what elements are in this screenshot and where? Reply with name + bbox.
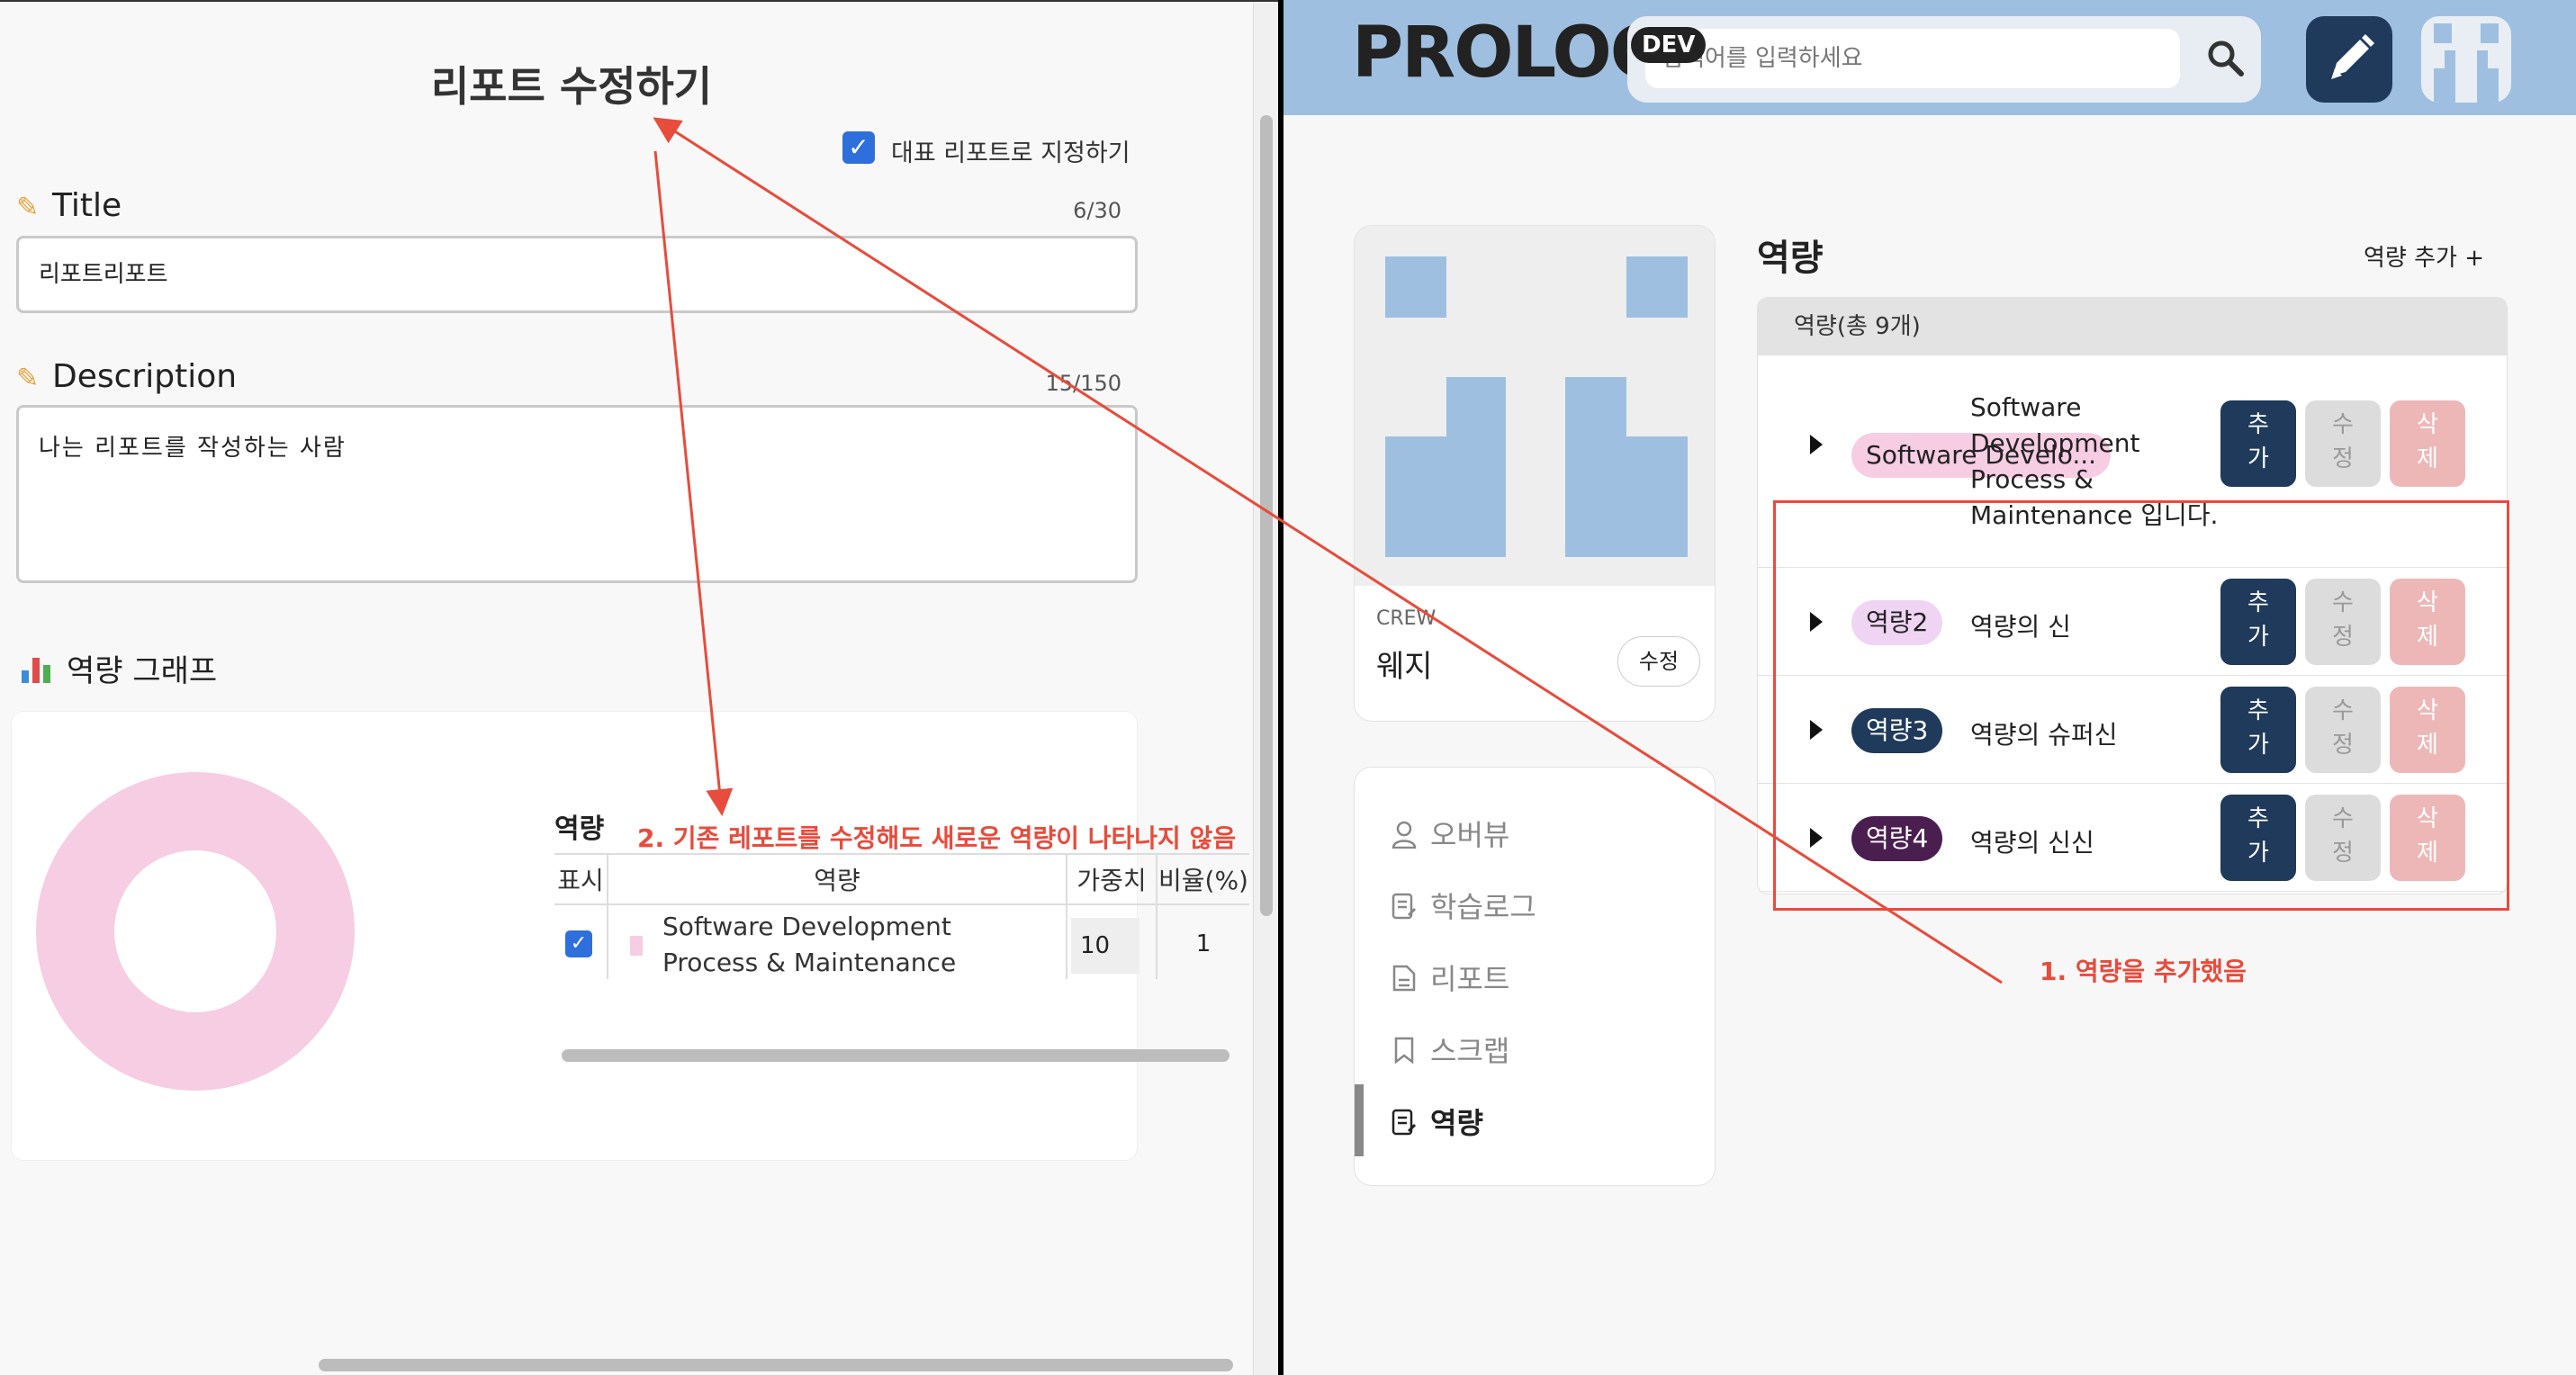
annotation-highlight-box (1773, 500, 2509, 911)
nav-item-ability[interactable]: 역량 (1391, 1101, 1483, 1146)
button-label: 삭 (2417, 411, 2438, 438)
column-divider (607, 853, 608, 979)
user-icon (1392, 821, 1417, 849)
nav-item-label: 학습로그 (1430, 890, 1536, 924)
profile-role: CREW (1376, 607, 1437, 630)
search-input[interactable]: 검색어를 입력하세요 (1645, 29, 2180, 88)
write-post-button[interactable] (2306, 16, 2392, 103)
ability-table: 표시 역량 가중치 비율(%) ✓ Software Development P… (554, 853, 1249, 1044)
nav-active-indicator (1355, 1084, 1364, 1156)
expand-caret-icon[interactable] (1810, 435, 1823, 454)
ability-add-button[interactable]: 추가 (2220, 400, 2296, 487)
avatar-image (2434, 23, 2499, 103)
description-label-text: Description (52, 358, 238, 395)
nav-item-studylog[interactable]: 학습로그 (1391, 885, 1536, 930)
dev-badge: DEV (1631, 27, 1707, 63)
post-icon (1392, 893, 1417, 920)
column-divider (1066, 853, 1067, 979)
annotation-note-1: 1. 역량을 추가했음 (2040, 957, 2247, 986)
prolog-window: PROLOG 검색어를 입력하세요 DEV CREW 웨지 수정 오버뷰 학습로… (1283, 0, 2576, 1375)
column-divider (1156, 853, 1157, 979)
button-label: 제 (2417, 445, 2438, 472)
nav-item-report[interactable]: 리포트 (1391, 957, 1509, 1002)
row-display-checkbox[interactable]: ✓ (565, 930, 592, 957)
button-label: 가 (2247, 445, 2269, 472)
bookmark-icon (1394, 1037, 1414, 1065)
row-color-swatch (630, 936, 643, 956)
nav-item-label: 오버뷰 (1430, 818, 1510, 852)
column-header-weight: 가중치 (1067, 853, 1156, 905)
description-counter: 15/150 (1045, 371, 1121, 396)
app-header: PROLOG 검색어를 입력하세요 DEV (1283, 0, 2576, 115)
horizontal-scrollbar[interactable] (319, 1359, 1233, 1371)
profile-nav: 오버뷰 학습로그 리포트 스크랩 역량 (1354, 767, 1716, 1186)
button-label: 수 (2332, 411, 2354, 438)
ability-table-title: 역량 (554, 813, 605, 845)
profile-name: 웨지 (1376, 649, 1433, 685)
ability-description-line: Development (1970, 428, 2140, 458)
ability-icon (1392, 1109, 1417, 1136)
add-ability-button[interactable]: 역량 추가 + (2364, 239, 2484, 273)
representative-checkbox[interactable]: ✓ (842, 131, 875, 164)
ability-count-header: 역량(총 9개) (1758, 298, 2507, 355)
ability-graph-label-text: 역량 그래프 (67, 653, 218, 689)
bar-chart-icon (22, 656, 52, 683)
button-label: 추 (2247, 411, 2269, 438)
ability-description-line: Software (1970, 392, 2082, 422)
ability-delete-button[interactable]: 삭제 (2390, 400, 2465, 487)
report-icon (1392, 965, 1416, 992)
representative-label: 대표 리포트로 지정하기 (891, 139, 1130, 167)
user-avatar-button[interactable] (2421, 16, 2511, 103)
profile-image (1355, 226, 1715, 586)
nav-item-overview[interactable]: 오버뷰 (1391, 813, 1509, 858)
row-weight-input[interactable]: 10 (1071, 918, 1139, 974)
search-icon[interactable] (2203, 36, 2248, 81)
ability-heading: 역량 (1757, 238, 1824, 279)
row-ability-name: Software Development Process & Maintenan… (662, 912, 957, 977)
description-textarea[interactable]: 나는 리포트를 작성하는 사람 (16, 405, 1138, 583)
search-bar: 검색어를 입력하세요 DEV (1627, 16, 2261, 103)
column-header-ratio: 비율(%) (1157, 853, 1249, 905)
ability-description-line: Process & (1970, 464, 2094, 494)
pencil-icon: ✎ (16, 192, 40, 223)
page-title: 리포트 수정하기 (430, 62, 713, 111)
vertical-scrollbar[interactable] (1260, 115, 1273, 916)
annotation-note-2: 2. 기존 레포트를 수정해도 새로운 역량이 나타나지 않음 (637, 823, 1237, 853)
ability-donut-chart (36, 772, 355, 1091)
nav-item-label: 리포트 (1430, 962, 1510, 996)
pencil-icon: ✎ (16, 363, 40, 394)
title-counter: 6/30 (1073, 198, 1121, 223)
prolog-logo[interactable]: PROLOG (1352, 13, 1668, 94)
column-header-ability: 역량 (608, 853, 1066, 905)
column-header-display: 표시 (554, 853, 607, 905)
ability-graph-label: 역량 그래프 (22, 646, 217, 690)
edit-profile-button[interactable]: 수정 (1617, 636, 1700, 687)
nav-item-label: 역량 (1430, 1106, 1483, 1140)
title-label-text: Title (52, 187, 122, 224)
title-label: ✎ Title (16, 187, 122, 224)
profile-card: CREW 웨지 수정 (1354, 225, 1716, 722)
report-editor-window: 리포트 수정하기 ✓ 대표 리포트로 지정하기 ✎ Title 6/30 리포트리… (0, 0, 1278, 1375)
table-horizontal-scrollbar[interactable] (562, 1049, 1229, 1062)
nav-item-label: 스크랩 (1430, 1034, 1510, 1068)
nav-item-scrap[interactable]: 스크랩 (1391, 1029, 1509, 1074)
row-ratio: 1 (1195, 930, 1211, 957)
description-label: ✎ Description (16, 358, 237, 395)
title-input[interactable]: 리포트리포트 (16, 236, 1138, 313)
ability-edit-button[interactable]: 수정 (2305, 400, 2381, 487)
button-label: 정 (2332, 445, 2354, 472)
pencil-icon (2331, 34, 2374, 79)
